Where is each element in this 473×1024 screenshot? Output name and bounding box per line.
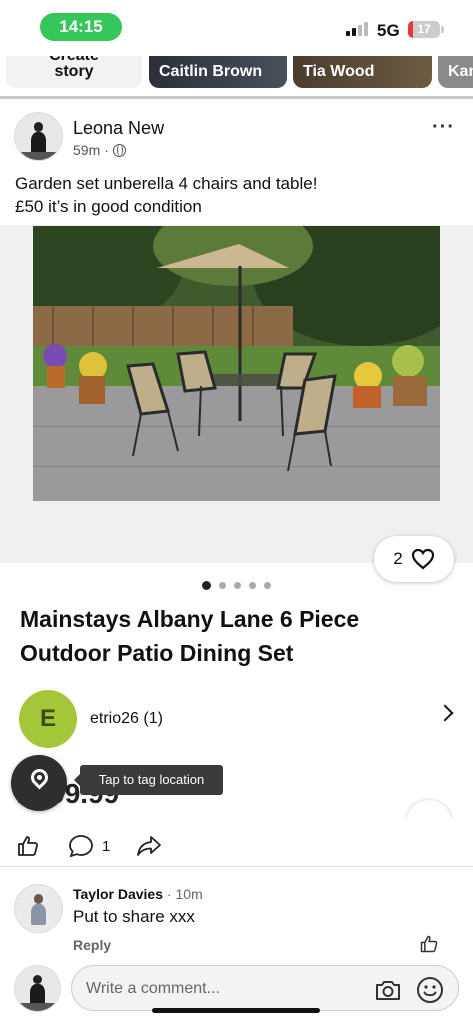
post-text-line: £50 it’s in good condition — [15, 197, 202, 216]
comment-author[interactable]: Taylor Davies — [73, 886, 163, 902]
post-time: 59m — [73, 142, 101, 158]
like-count-button[interactable]: 2 — [374, 536, 454, 582]
battery-icon: 17 — [408, 21, 440, 38]
share-icon — [137, 836, 161, 856]
post-header: Leona New 59m · ··· — [14, 112, 459, 164]
heart-icon — [411, 548, 434, 570]
comment-icon — [69, 835, 93, 858]
comment-input-placeholder: Write a comment... — [86, 980, 220, 997]
tag-location-button[interactable] — [11, 755, 67, 811]
meta-separator: · — [104, 142, 109, 158]
chevron-right-icon[interactable] — [436, 704, 454, 722]
comment-button[interactable]: 1 — [68, 834, 110, 858]
battery-level: 17 — [417, 22, 431, 36]
location-pin-icon — [27, 765, 52, 790]
post-actions: 1 — [0, 818, 473, 868]
comment-text: Put to share xxx — [73, 907, 195, 926]
carousel-dot[interactable] — [234, 582, 241, 589]
story-card[interactable]: Tia Wood — [293, 56, 432, 88]
comment-item: Taylor Davies · 10m Put to share xxx Rep… — [14, 884, 459, 956]
signal-icon — [346, 22, 368, 36]
thumbs-up-icon — [18, 836, 39, 856]
story-card[interactable]: Kan — [438, 56, 473, 88]
comment-author-line: Taylor Davies · 10m — [73, 886, 203, 902]
comment-count: 1 — [102, 837, 111, 855]
carousel-dot[interactable] — [249, 582, 256, 589]
post-text: Garden set unberella 4 chairs and table!… — [15, 172, 455, 218]
comment-like-button[interactable] — [419, 934, 439, 959]
listing-photo[interactable] — [33, 226, 440, 501]
actions-divider — [0, 866, 473, 867]
commenter-avatar[interactable] — [14, 884, 63, 933]
comment-time: 10m — [175, 886, 203, 902]
carousel-dots[interactable] — [0, 581, 473, 590]
create-story-card[interactable]: Create story — [6, 56, 142, 88]
location-tooltip: Tap to tag location — [74, 765, 223, 795]
status-bar: 14:15 5G 17 — [0, 0, 473, 58]
battery-nub — [441, 26, 444, 33]
network-label: 5G — [377, 21, 400, 40]
status-time: 14:15 — [40, 13, 122, 41]
my-avatar — [14, 965, 61, 1012]
carousel-dot[interactable] — [202, 581, 211, 590]
reply-button[interactable]: Reply — [73, 937, 111, 953]
home-indicator[interactable] — [152, 1008, 320, 1013]
seller-avatar[interactable]: E — [19, 690, 77, 748]
post-author-name[interactable]: Leona New — [73, 118, 164, 139]
comment-composer: Write a comment... — [14, 962, 459, 1014]
story-card[interactable]: Caitlin Brown — [149, 56, 287, 88]
seller-row[interactable]: E etrio26 (1) — [19, 690, 459, 748]
share-button[interactable] — [136, 834, 162, 858]
listing-title: Mainstays Albany Lane 6 Piece Outdoor Pa… — [20, 606, 360, 666]
carousel-dot[interactable] — [219, 582, 226, 589]
thumbs-up-icon — [420, 935, 438, 953]
stories-strip[interactable]: Create story Caitlin Brown Tia Wood Kan — [0, 56, 473, 98]
camera-icon[interactable] — [374, 978, 402, 1002]
like-count: 2 — [393, 549, 403, 568]
post-text-line: Garden set unberella 4 chairs and table! — [15, 174, 318, 193]
emoji-icon[interactable] — [416, 976, 444, 1004]
globe-icon — [112, 143, 126, 157]
more-options-icon[interactable]: ··· — [432, 116, 455, 139]
author-avatar[interactable] — [14, 112, 63, 161]
create-story-top: Create — [6, 56, 142, 72]
comment-input[interactable]: Write a comment... — [71, 965, 459, 1011]
section-divider — [0, 96, 473, 99]
post-meta: 59m · — [73, 142, 126, 158]
like-button[interactable] — [16, 834, 40, 858]
seller-name[interactable]: etrio26 (1) — [90, 710, 163, 728]
carousel-dot[interactable] — [264, 582, 271, 589]
